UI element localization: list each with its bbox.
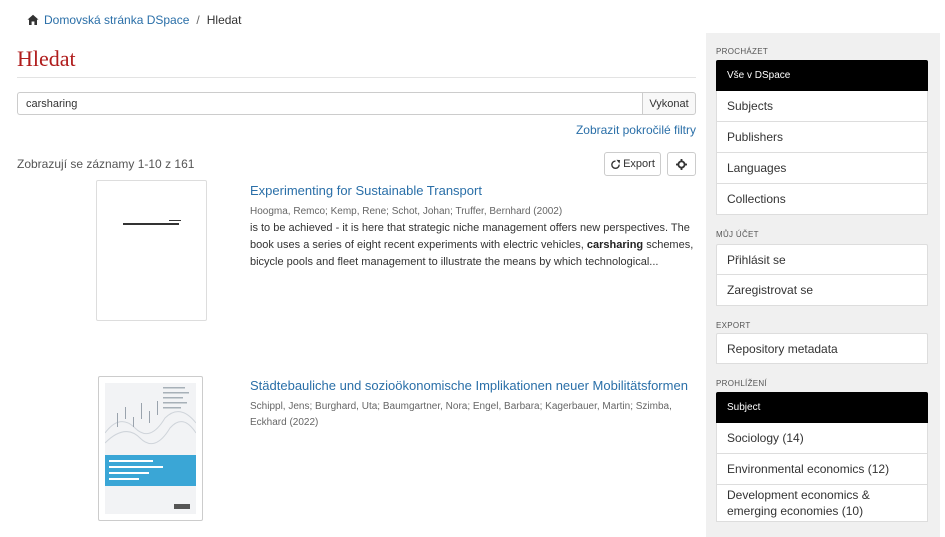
sidebar-export-list: Repository metadata	[716, 333, 928, 364]
gear-icon	[676, 158, 687, 170]
sidebar-item-publishers[interactable]: Publishers	[716, 122, 928, 153]
sidebar-item-facet[interactable]: Environmental economics (12)	[716, 454, 928, 485]
search-input[interactable]	[17, 92, 642, 115]
breadcrumb-separator: /	[196, 13, 200, 27]
book-cover-image	[105, 383, 196, 514]
sidebar-item-languages[interactable]: Languages	[716, 153, 928, 184]
advanced-filters-link[interactable]: Zobrazit pokročilé filtry	[576, 123, 696, 137]
sidebar-item-facet[interactable]: Development economics & emerging economi…	[716, 485, 928, 522]
sidebar-heading-browse: PROCHÁZET	[716, 47, 769, 56]
sidebar-account-list: Přihlásit se Zaregistrovat se	[716, 244, 928, 306]
sidebar-browse-list: Vše v DSpace Subjects Publishers Languag…	[716, 60, 928, 215]
thumbnail-title-line	[169, 220, 181, 221]
sidebar-item-repository-metadata[interactable]: Repository metadata	[716, 333, 928, 364]
result-title-link[interactable]: Städtebauliche und sozioökonomische Impl…	[250, 377, 696, 394]
result-authors: Schippl, Jens; Burghard, Uta; Baumgartne…	[250, 401, 672, 428]
export-icon	[611, 159, 621, 169]
sidebar: PROCHÁZET Vše v DSpace Subjects Publishe…	[706, 33, 940, 537]
sidebar-item-subjects[interactable]: Subjects	[716, 91, 928, 122]
export-button[interactable]: Export	[604, 152, 661, 176]
export-label: Export	[623, 158, 655, 170]
cover-title-band	[105, 455, 196, 486]
home-icon	[27, 14, 39, 25]
sidebar-item-login[interactable]: Přihlásit se	[716, 244, 928, 275]
sidebar-item-facet[interactable]: Sociology (14)	[716, 423, 928, 454]
sidebar-heading-account: MŮJ ÚČET	[716, 230, 759, 239]
sidebar-heading-discovery: PROHLÍŽENÍ	[716, 379, 768, 388]
breadcrumb-home-link[interactable]: Domovská stránka DSpace	[44, 13, 189, 27]
result-title-link[interactable]: Experimenting for Sustainable Transport	[250, 182, 696, 199]
cover-graphic	[105, 387, 196, 445]
sidebar-discovery-list: Subject Sociology (14) Environmental eco…	[716, 392, 928, 522]
page-title: Hledat	[17, 46, 76, 71]
results-count: Zobrazují se záznamy 1-10 z 161	[17, 157, 195, 171]
result-thumbnail[interactable]	[98, 376, 203, 521]
sidebar-item-subject-header[interactable]: Subject	[716, 392, 928, 423]
sidebar-item-all-dspace[interactable]: Vše v DSpace	[716, 60, 928, 91]
search-submit-button[interactable]: Vykonat	[642, 92, 696, 115]
publisher-logo	[174, 504, 190, 509]
search-term-highlight: carsharing	[586, 239, 644, 251]
settings-button[interactable]	[667, 152, 696, 176]
result-thumbnail[interactable]	[96, 180, 207, 321]
search-bar: Vykonat	[17, 92, 696, 115]
result-abstract: is to be achieved - it is here that stra…	[250, 222, 694, 268]
sidebar-item-collections[interactable]: Collections	[716, 184, 928, 215]
sidebar-item-register[interactable]: Zaregistrovat se	[716, 275, 928, 306]
result-item: Experimenting for Sustainable Transport …	[250, 182, 696, 271]
sidebar-heading-export: EXPORT	[716, 321, 751, 330]
result-authors: Hoogma, Remco; Kemp, Rene; Schot, Johan;…	[250, 206, 563, 217]
breadcrumb: Domovská stránka DSpace / Hledat	[27, 12, 241, 28]
result-item: Städtebauliche und sozioökonomische Impl…	[250, 377, 696, 431]
breadcrumb-current: Hledat	[206, 13, 242, 27]
title-divider	[17, 77, 696, 78]
thumbnail-title-line	[123, 223, 179, 225]
